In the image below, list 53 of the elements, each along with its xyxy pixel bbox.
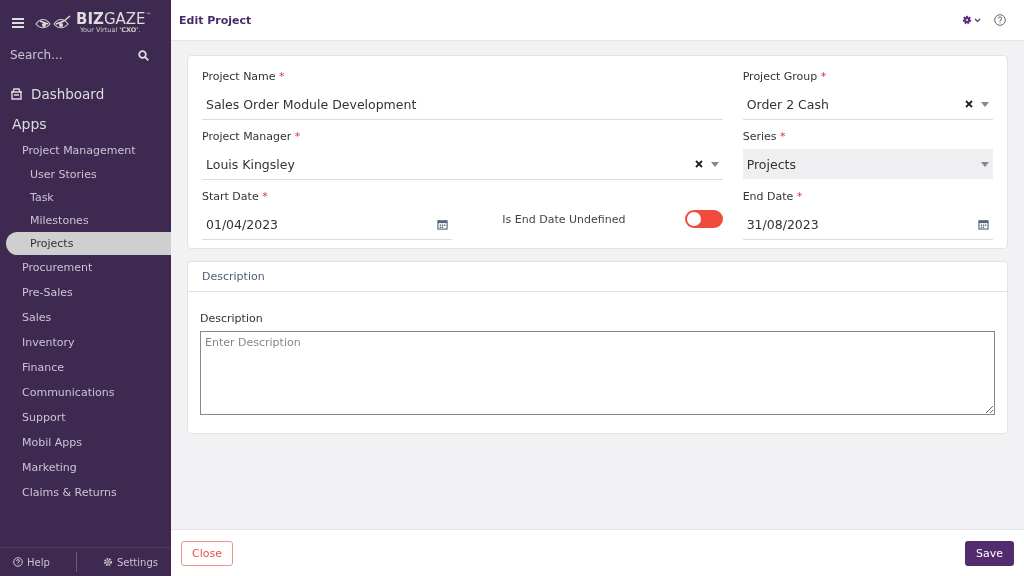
text-field[interactable]: Sales Order Module Development [202, 89, 723, 120]
clear-icon[interactable] [694, 160, 703, 168]
sidebar-item[interactable]: Procurement [0, 255, 171, 280]
sidebar-item[interactable]: Marketing [0, 455, 171, 480]
field-label: Description [200, 312, 264, 325]
sidebar-item[interactable]: Project Management [0, 138, 171, 163]
toggle-label: Is End Date Undefined [502, 212, 626, 226]
sidebar-item[interactable]: Pre-Sales [0, 280, 171, 305]
sidebar-item[interactable]: Inventory [0, 330, 171, 355]
search-field[interactable]: Search... [10, 48, 120, 62]
settings-icon[interactable] [962, 15, 982, 25]
help-link[interactable]: Help [13, 556, 50, 568]
section-heading: Apps [11, 115, 48, 134]
date-field[interactable]: 01/04/2023 [202, 209, 453, 240]
close-button[interactable]: Close [181, 540, 233, 566]
section-heading: Description [188, 262, 1007, 292]
field-label: End Date * [742, 190, 804, 203]
sidebar-item[interactable]: Sales [0, 305, 171, 330]
caret-icon[interactable] [981, 101, 989, 107]
sidebar-item[interactable]: Finance [0, 355, 171, 380]
settings-link[interactable]: Settings [102, 556, 158, 568]
field-label: Project Group * [742, 70, 828, 83]
field-label: Start Date * [202, 190, 269, 203]
select-field[interactable]: Order 2 Cash [742, 89, 993, 120]
calendar-icon[interactable] [437, 218, 449, 230]
clear-icon[interactable] [965, 100, 973, 108]
sidebar-item[interactable]: Claims & Returns [0, 480, 171, 505]
help-icon [13, 557, 23, 567]
eyes-logo-icon [34, 15, 72, 31]
sidebar-subitem[interactable]: Task [0, 186, 171, 209]
field-label: Project Manager * [202, 130, 302, 143]
sidebar-subitem[interactable]: User Stories [0, 163, 171, 186]
sidebar-item[interactable]: Communications [0, 380, 171, 405]
search-icon[interactable] [138, 49, 149, 61]
help-icon[interactable] [994, 14, 1006, 26]
save-button[interactable]: Save [965, 540, 1014, 566]
description-field[interactable]: Enter Description [200, 331, 995, 415]
caret-icon[interactable] [710, 161, 719, 167]
gear-icon [102, 557, 113, 567]
sidebar-subitem[interactable]: Milestones [0, 209, 171, 232]
date-field[interactable]: 31/08/2023 [742, 209, 993, 240]
menu-icon[interactable] [12, 18, 24, 28]
sidebar-subitem[interactable]: Projects [6, 232, 171, 255]
select-field[interactable]: Louis Kingsley [202, 149, 723, 180]
sidebar-item[interactable]: Support [0, 405, 171, 430]
basket-icon [10, 88, 23, 100]
sidebar-item[interactable]: Dashboard [0, 76, 171, 108]
sidebar-item[interactable]: Mobil Apps [0, 430, 171, 455]
field-label: Project Name * [202, 70, 286, 83]
field-label: Series * [742, 130, 787, 143]
calendar-icon[interactable] [978, 218, 989, 230]
page-title: Edit Project [179, 13, 252, 27]
toggle-switch[interactable] [684, 210, 723, 228]
